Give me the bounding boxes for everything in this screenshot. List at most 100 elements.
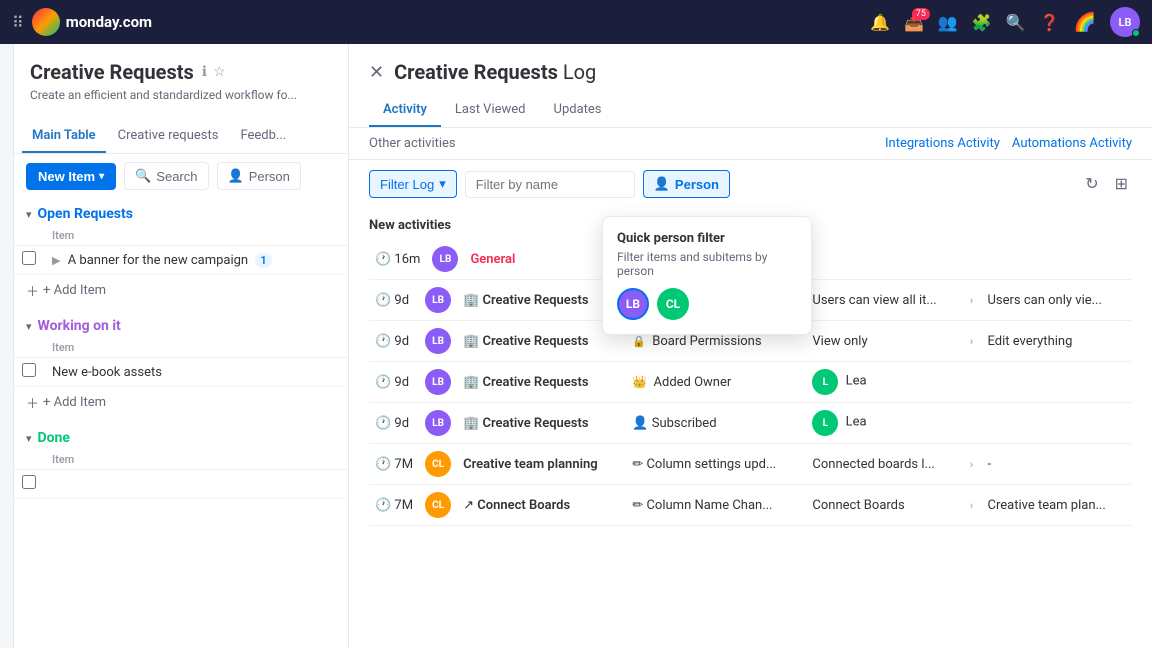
board-header: Creative Requests ℹ ☆ Create an efficien… <box>14 44 348 120</box>
log-event-val2-2: Edit everything <box>981 321 1132 362</box>
col-header-item-3: Item <box>44 450 348 470</box>
log-sub-links: Integrations Activity Automations Activi… <box>885 136 1132 151</box>
col-header-item: Item <box>44 226 348 246</box>
bell-icon[interactable]: 🔔 <box>870 13 890 32</box>
person-log-button[interactable]: 👤 Person <box>643 170 730 198</box>
log-title: Creative Requests Log <box>394 60 596 84</box>
log-event-general-name: General <box>470 252 515 267</box>
log-event-added-owner: 👑 Added Owner <box>626 362 806 403</box>
person-filter-popup[interactable]: Quick person filter Filter items and sub… <box>602 216 812 335</box>
filter-log-chevron-icon: ▾ <box>439 176 446 192</box>
star-icon[interactable]: ☆ <box>213 64 226 80</box>
log-toolbar: Filter Log ▾ 👤 Person ↻ ⊞ <box>349 160 1152 208</box>
group-open-requests-header[interactable]: ▾ Open Requests <box>14 198 348 226</box>
group-working-on-it: ▾ Working on it Item New <box>14 310 348 418</box>
search-icon[interactable]: 🔍 <box>1006 13 1026 32</box>
filter-log-label: Filter Log <box>380 177 434 192</box>
notification-badge: 75 <box>912 8 930 20</box>
log-avatar-4: LB <box>425 369 451 395</box>
new-item-button[interactable]: New Item ▾ <box>26 163 116 190</box>
log-avatar-lea-1: L <box>812 369 838 395</box>
apps-icon[interactable]: ⠿ <box>12 13 24 32</box>
filter-by-name-input[interactable] <box>465 171 635 198</box>
row-checkbox[interactable] <box>22 251 36 265</box>
log-event-creative-4: 🏢 Creative Requests <box>457 403 626 444</box>
log-event-lea-1: L Lea <box>806 362 1132 403</box>
board-content: ▾ Open Requests Item ▶ <box>14 198 348 648</box>
group-done-header[interactable]: ▾ Done <box>14 422 348 450</box>
row-expand-icon[interactable]: ▶ <box>52 254 60 267</box>
inbox-icon[interactable]: 📥 75 <box>904 13 924 32</box>
log-row-added-owner: 🕐 9d LB 🏢 Creative Requests 👑 Added Owne… <box>369 362 1132 403</box>
topbar: ⠿ monday.com 🔔 📥 75 👥 🧩 🔍 ❓ 🌈 LB <box>0 0 1152 44</box>
group-open-chevron-icon: ▾ <box>26 208 32 221</box>
popup-avatar-2[interactable]: CL <box>657 288 689 320</box>
automations-activity-link[interactable]: Automations Activity <box>1012 136 1132 151</box>
row-checkbox-2[interactable] <box>22 363 36 377</box>
layout-icon[interactable]: ⊞ <box>1111 170 1132 198</box>
apps-marketplace-icon[interactable]: 🧩 <box>972 13 992 32</box>
log-avatar-7: CL <box>425 492 451 518</box>
topbar-icons: 🔔 📥 75 👥 🧩 🔍 ❓ 🌈 LB <box>870 7 1140 37</box>
log-row-subscribed: 🕐 9d LB 🏢 Creative Requests 👤 Subscribed <box>369 403 1132 444</box>
group-working-on-it-name: Working on it <box>38 318 121 334</box>
crown-icon: 👑 <box>632 375 647 389</box>
log-event-connect-boards-name: ↗ Connect Boards <box>457 485 626 526</box>
person-button[interactable]: 👤 Person <box>217 162 301 190</box>
add-item-working[interactable]: ＋ + Add Item <box>14 387 348 418</box>
help-icon[interactable]: ❓ <box>1040 13 1060 32</box>
log-event-col-name-change: ✏ Column Name Chan... <box>626 485 806 526</box>
log-event-creative-team: Creative team planning <box>457 444 626 485</box>
log-panel: ✕ Creative Requests Log Activity Last Vi… <box>349 44 1152 648</box>
refresh-icon[interactable]: ↻ <box>1081 170 1102 198</box>
col-header-item-2: Item <box>44 338 348 358</box>
clock-icon-3: 🕐 <box>375 334 391 349</box>
table-row: ▶ A banner for the new campaign 1 <box>14 246 348 275</box>
person-log-icon: 👤 <box>654 176 670 192</box>
log-event-connected-boards: Connected boards l... <box>806 444 963 485</box>
group-done-name: Done <box>38 430 70 446</box>
log-tab-last-viewed[interactable]: Last Viewed <box>441 94 540 127</box>
log-avatar-1: LB <box>432 246 458 272</box>
clock-icon-7: 🕐 <box>375 498 391 513</box>
log-event-creative-3: 🏢 Creative Requests <box>457 362 626 403</box>
log-event-lea-2: L Lea <box>806 403 1132 444</box>
group-done-chevron-icon: ▾ <box>26 432 32 445</box>
search-toolbar-icon: 🔍 <box>135 168 151 184</box>
board-icon-2: 🏢 <box>463 334 479 349</box>
log-avatar-lea-2: L <box>812 410 838 436</box>
popup-avatar-1[interactable]: LB <box>617 288 649 320</box>
integrations-activity-link[interactable]: Integrations Activity <box>885 136 1000 151</box>
filter-log-button[interactable]: Filter Log ▾ <box>369 170 457 198</box>
avatar[interactable]: LB <box>1110 7 1140 37</box>
log-tab-updates[interactable]: Updates <box>540 94 616 127</box>
people-icon[interactable]: 👥 <box>938 13 958 32</box>
log-event-connect-boards-val: Connect Boards <box>806 485 963 526</box>
board-icon-4: 🏢 <box>463 416 479 431</box>
popup-subtitle: Filter items and subitems by person <box>617 250 797 278</box>
info-icon[interactable]: ℹ <box>202 64 207 80</box>
row-checkbox-3[interactable] <box>22 475 36 489</box>
log-title-suffix: Log <box>563 60 596 84</box>
group-working-on-it-header[interactable]: ▾ Working on it <box>14 310 348 338</box>
log-tab-activity[interactable]: Activity <box>369 94 441 127</box>
group-working-on-it-table: Item New e-book assets <box>14 338 348 387</box>
log-event-creative-plan: Creative team plan... <box>981 485 1132 526</box>
add-item-working-icon: ＋ <box>26 393 39 412</box>
add-item-open-requests[interactable]: ＋ + Add Item <box>14 275 348 306</box>
chevron-down-icon: ▾ <box>99 171 104 182</box>
person-toolbar-icon: 👤 <box>228 168 244 184</box>
table-row: New e-book assets <box>14 358 348 387</box>
search-button[interactable]: 🔍 Search <box>124 162 208 190</box>
tab-feedback[interactable]: Feedb... <box>230 120 296 153</box>
clock-icon-2: 🕐 <box>375 293 391 308</box>
log-close-button[interactable]: ✕ <box>369 62 384 83</box>
tab-creative-requests[interactable]: Creative requests <box>108 120 229 153</box>
online-indicator <box>1132 29 1140 37</box>
popup-title: Quick person filter <box>617 231 797 246</box>
log-time-9d-1: 🕐 9d <box>369 280 419 321</box>
log-avatar-5: LB <box>425 410 451 436</box>
log-time-7m-1: 🕐 7M <box>369 444 419 485</box>
tab-main-table[interactable]: Main Table <box>22 120 106 153</box>
board-panel: Creative Requests ℹ ☆ Create an efficien… <box>14 44 349 648</box>
